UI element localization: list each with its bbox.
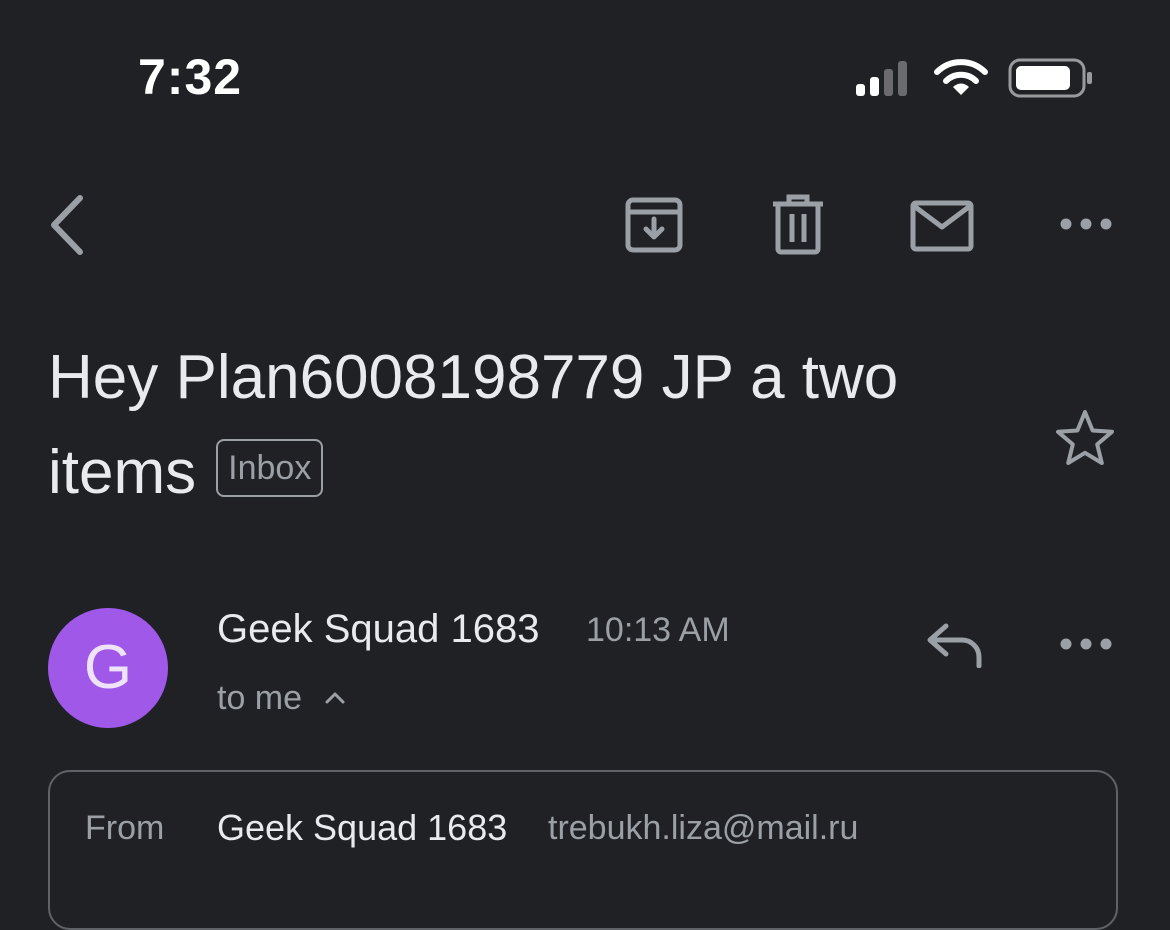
recipient-toggle[interactable]: to me xyxy=(217,676,346,720)
archive-icon[interactable] xyxy=(624,196,684,256)
back-chevron-icon[interactable] xyxy=(44,192,92,258)
recipient-label: to me xyxy=(217,679,303,717)
from-email[interactable]: trebukh.liza@mail.ru xyxy=(548,806,858,850)
wifi-icon xyxy=(934,59,988,95)
message-time: 10:13 AM xyxy=(586,611,730,649)
reply-icon[interactable] xyxy=(926,622,984,668)
cellular-signal-icon xyxy=(856,61,907,96)
inbox-label-chip[interactable]: Inbox xyxy=(216,439,324,497)
mail-unread-icon[interactable] xyxy=(910,200,974,252)
from-name: Geek Squad 1683 xyxy=(217,807,508,848)
battery-icon xyxy=(1008,58,1092,98)
subject-line-1: Hey Plan6008198779 JP a two xyxy=(48,343,899,412)
status-time: 7:32 xyxy=(138,49,243,105)
subject-line-2: items xyxy=(48,438,197,507)
from-label: From xyxy=(85,809,165,847)
sender-name[interactable]: Geek Squad 1683 xyxy=(217,604,539,654)
chevron-up-icon xyxy=(325,692,344,704)
sender-avatar[interactable]: G xyxy=(48,608,168,728)
message-more-icon[interactable] xyxy=(1058,634,1114,654)
more-horizontal-icon[interactable] xyxy=(1058,214,1114,234)
email-subject: Hey Plan6008198779 JP a two items Inbox xyxy=(48,330,1008,520)
message-details-panel xyxy=(48,770,1118,930)
trash-icon[interactable] xyxy=(770,194,826,256)
star-outline-icon[interactable] xyxy=(1054,408,1116,466)
